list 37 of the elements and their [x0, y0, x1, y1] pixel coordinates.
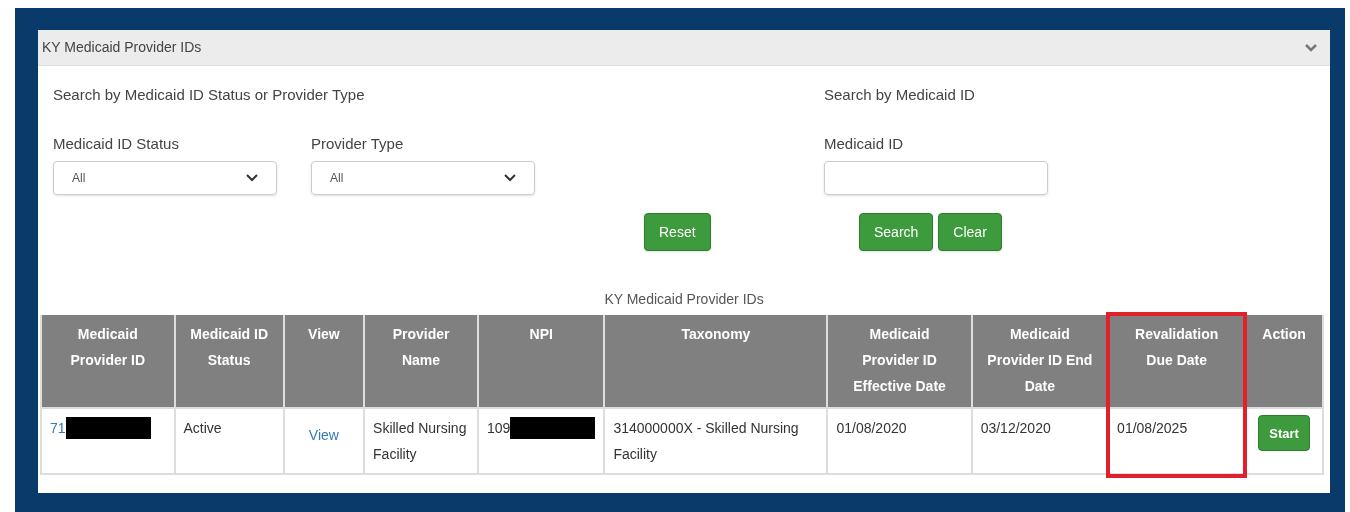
field-label: Medicaid ID Status	[53, 134, 180, 154]
input-field[interactable]	[824, 161, 1048, 195]
field-label: Medicaid ID	[824, 134, 905, 154]
caret-icon	[504, 174, 516, 182]
caret-icon	[246, 174, 258, 182]
column-header: View	[283, 315, 365, 408]
table-cell: 01/08/2020	[836, 420, 907, 436]
column-header: Taxonomy	[604, 315, 828, 408]
column-header: NPI	[478, 315, 605, 408]
chevron-down-icon[interactable]	[1304, 42, 1318, 53]
field-label: Provider Type	[311, 134, 405, 154]
table-cell: Active	[183, 420, 222, 436]
column-header: Provider Name	[364, 315, 479, 408]
column-header: Medicaid Provider ID	[41, 315, 175, 408]
section-heading: Search by Medicaid ID Status or Provider Type	[53, 85, 366, 105]
column-header: Action	[1245, 315, 1323, 408]
search-button[interactable]: Search	[859, 213, 934, 251]
section-heading: Search by Medicaid ID	[824, 85, 976, 105]
table-cell-text: 109	[487, 419, 511, 438]
start-button[interactable]: Start	[1258, 415, 1310, 451]
column-header: Revalidation Due Date	[1108, 315, 1246, 408]
select-field[interactable]: All	[53, 161, 277, 195]
column-header: Medicaid ID Status	[174, 315, 284, 408]
clear-button[interactable]: Clear	[938, 213, 1002, 251]
provider-id-link[interactable]: 71	[50, 415, 66, 441]
select-field[interactable]: All	[311, 161, 535, 195]
panel-title: KY Medicaid Provider IDs	[42, 38, 202, 57]
table-cell-text: Skilled Nursing Facility	[373, 419, 468, 464]
view-link[interactable]: View	[308, 422, 339, 448]
panel-header[interactable]: KY Medicaid Provider IDs	[38, 30, 1330, 66]
table-cell-text: 314000000X - Skilled Nursing Facility	[613, 419, 800, 464]
table-cell: 03/12/2020	[980, 420, 1051, 436]
table-caption: KY Medicaid Provider IDs	[603, 290, 765, 309]
reset-button[interactable]: Reset	[644, 213, 711, 251]
column-header: Medicaid Provider ID Effective Date	[827, 315, 972, 408]
table-cell: 01/08/2025	[1117, 420, 1188, 436]
column-header: Medicaid Provider ID End Date	[971, 315, 1109, 408]
